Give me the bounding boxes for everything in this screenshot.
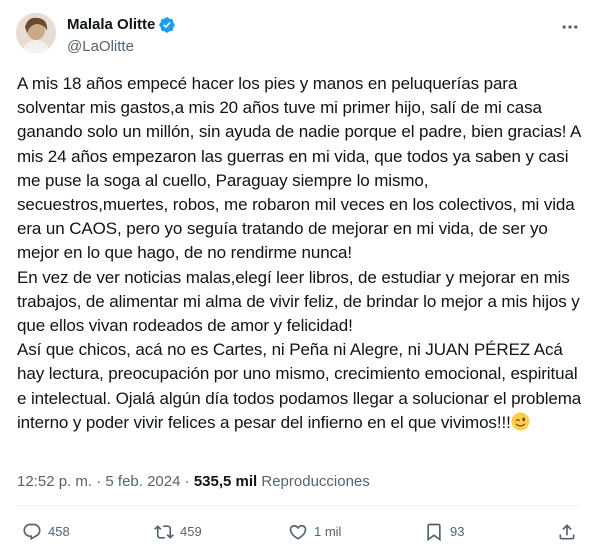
- tweet-date[interactable]: 5 feb. 2024: [105, 473, 180, 490]
- reply-icon: [23, 523, 41, 541]
- reply-count: 458: [48, 524, 70, 539]
- repost-icon: [154, 525, 174, 539]
- avatar[interactable]: [16, 13, 56, 53]
- like-button[interactable]: 1 mil: [288, 521, 341, 543]
- author-handle[interactable]: @LaOlitte: [67, 37, 176, 57]
- views-label: Reproducciones: [261, 473, 370, 490]
- tweet-meta: 12:52 p. m. · 5 feb. 2024 · 535,5 mil Re…: [17, 472, 370, 492]
- share-button[interactable]: [557, 521, 577, 543]
- avatar-image: [16, 13, 56, 53]
- tweet-header: Malala Olitte @LaOlitte: [16, 13, 580, 59]
- views-count: 535,5 mil: [193, 473, 258, 490]
- like-count: 1 mil: [314, 524, 342, 539]
- divider: [16, 505, 580, 506]
- share-icon: [559, 524, 575, 540]
- bookmark-count: 93: [450, 524, 465, 539]
- author-display-name[interactable]: Malala Olitte: [67, 15, 155, 35]
- bookmark-button[interactable]: 93: [424, 521, 464, 543]
- action-bar: 458 459 1 mil 93: [0, 521, 596, 545]
- tweet-body: A mis 18 años empecé hacer los pies y ma…: [17, 72, 583, 435]
- meta-separator: ·: [96, 473, 102, 490]
- bookmark-icon: [427, 523, 441, 542]
- tweet-text: A mis 18 años empecé hacer los pies y ma…: [17, 74, 582, 432]
- repost-count: 459: [180, 524, 202, 539]
- repost-button[interactable]: 459: [154, 521, 202, 543]
- reply-button[interactable]: 458: [22, 521, 70, 543]
- heart-icon: [289, 524, 307, 540]
- meta-separator-2: ·: [184, 473, 190, 490]
- tweet-time[interactable]: 12:52 p. m.: [17, 473, 92, 490]
- verified-badge-icon: [159, 17, 176, 33]
- more-options-icon[interactable]: [560, 17, 580, 37]
- winking-face-emoji-icon: [511, 412, 530, 431]
